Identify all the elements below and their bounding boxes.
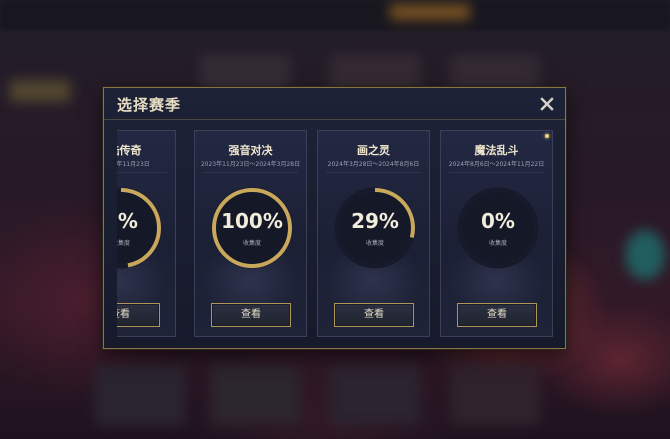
card-divider [449, 172, 544, 173]
collection-label: 收集度 [488, 240, 507, 247]
card-divider [326, 172, 421, 173]
collection-percent: 7% [117, 209, 138, 233]
collection-percent: 0% [481, 209, 515, 233]
season-card[interactable]: 大陆传奇 日～2023年11月23日 7% 收集度 查看 [117, 130, 176, 337]
season-card[interactable]: 画之灵 2024年3月28日～2024年8月6日 29% 收集度 查看 [317, 130, 430, 337]
title-divider [104, 119, 565, 120]
card-divider [117, 172, 167, 173]
season-name: 强音对决 [228, 144, 273, 157]
season-name: 魔法乱斗 [474, 144, 519, 157]
collection-label: 收集度 [117, 240, 130, 247]
close-icon[interactable] [539, 96, 555, 112]
season-dates: 日～2023年11月23日 [117, 161, 150, 168]
collection-label: 收集度 [365, 240, 384, 247]
season-card-list: 大陆传奇 日～2023年11月23日 7% 收集度 查看 强音对决 2023年1… [117, 130, 561, 340]
collection-percent: 100% [221, 209, 283, 233]
season-card[interactable]: 魔法乱斗 2024年8月6日～2024年11月22日 0% 收集度 查看 [440, 130, 553, 337]
card-divider [203, 172, 298, 173]
season-dates: 2024年3月28日～2024年8月6日 [327, 161, 420, 168]
new-indicator-dot [545, 134, 549, 138]
collection-percent: 29% [351, 209, 399, 233]
view-button[interactable]: 查看 [334, 303, 414, 327]
select-season-dialog: 选择赛季 大陆传奇 日～2023年11月23日 7% 收集度 查看 强音对决 2… [103, 87, 566, 349]
view-button[interactable]: 查看 [457, 303, 537, 327]
season-card[interactable]: 强音对决 2023年11月23日～2024年3月28日 100% 收集度 查看 [194, 130, 307, 337]
view-button[interactable]: 查看 [211, 303, 291, 327]
season-dates: 2023年11月23日～2024年3月28日 [200, 161, 301, 168]
season-name: 画之灵 [357, 144, 390, 157]
collection-label: 收集度 [242, 240, 261, 247]
view-button[interactable]: 查看 [117, 303, 160, 327]
dialog-title: 选择赛季 [117, 96, 182, 114]
season-name: 大陆传奇 [117, 144, 142, 157]
season-dates: 2024年8月6日～2024年11月22日 [448, 161, 545, 168]
